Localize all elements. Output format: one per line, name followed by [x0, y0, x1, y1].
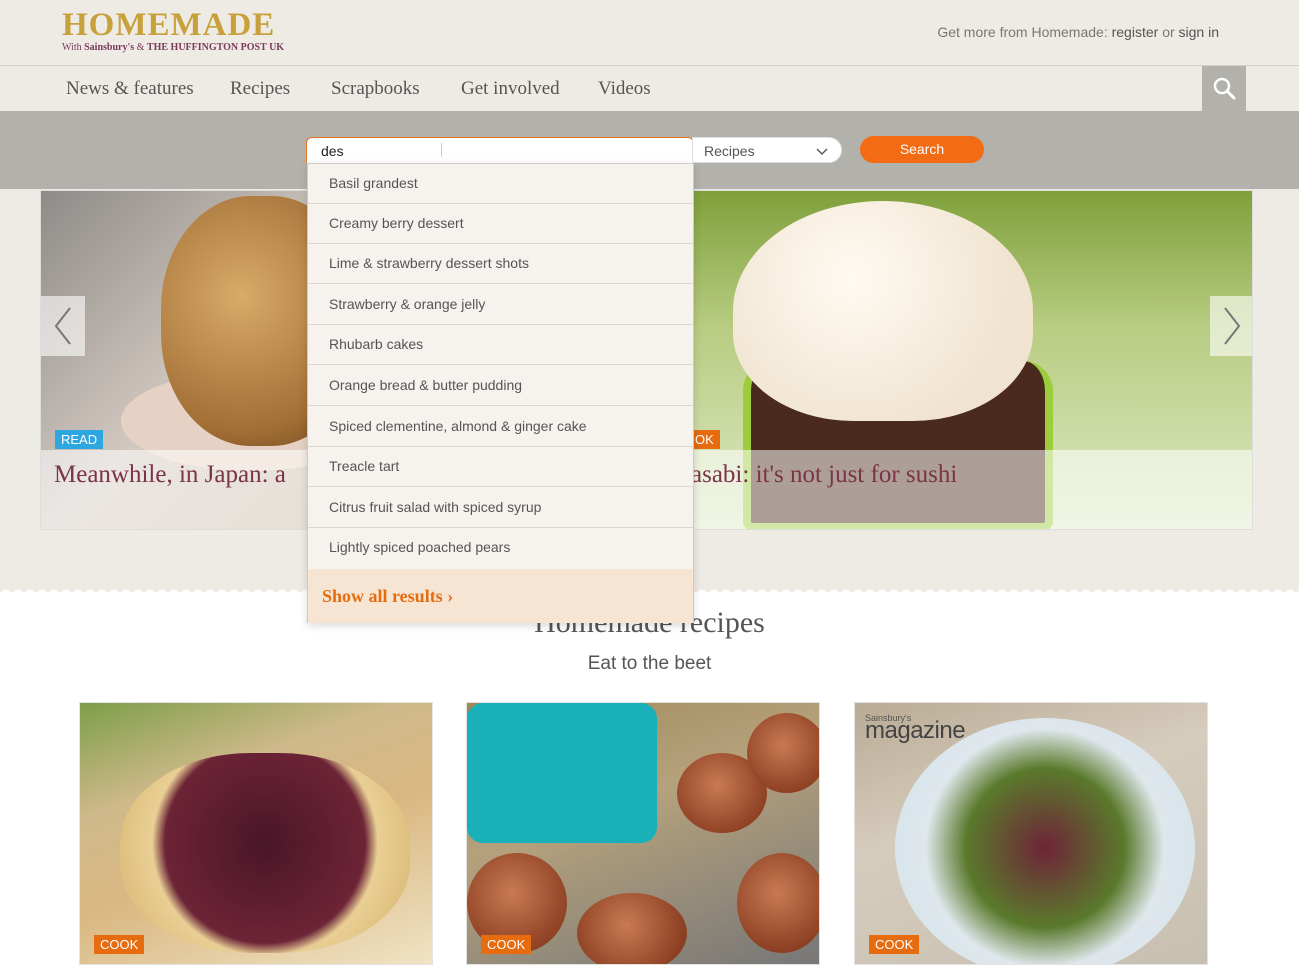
- suggestion-item[interactable]: Orange bread & butter pudding: [308, 366, 693, 406]
- or-text: or: [1162, 24, 1175, 40]
- suggestion-item[interactable]: Creamy berry dessert: [308, 204, 693, 244]
- suggestion-item[interactable]: Basil grandest: [308, 164, 693, 204]
- magazine-logo: magazine: [865, 717, 966, 744]
- section-subtitle: Eat to the beet: [587, 653, 712, 674]
- carousel-next-button[interactable]: [1210, 296, 1252, 356]
- scope-selected-value: Recipes: [704, 143, 755, 159]
- search-button[interactable]: Search: [860, 136, 984, 163]
- recipe-card[interactable]: COOK: [466, 702, 820, 965]
- recipe-card[interactable]: COOK: [79, 702, 433, 965]
- chevron-right-icon: [1224, 307, 1241, 345]
- read-tag: READ: [55, 430, 104, 449]
- nav-news-features[interactable]: News & features: [66, 78, 194, 100]
- search-input[interactable]: [306, 137, 694, 163]
- sign-in-link[interactable]: sign in: [1179, 24, 1219, 40]
- chevron-right-icon: ›: [447, 586, 454, 606]
- beetroot-tart-image: [120, 753, 410, 953]
- suggestion-item[interactable]: Lime & strawberry dessert shots: [308, 244, 693, 284]
- chevron-left-icon: [54, 307, 71, 345]
- muffin-image: [747, 713, 819, 793]
- nav-scrapbooks[interactable]: Scrapbooks: [331, 78, 420, 100]
- site-header: HOMEMADE With Sainsbury's & THE HUFFINGT…: [0, 0, 1299, 66]
- cook-tag: COOK: [94, 935, 145, 954]
- lunchbox-image: [467, 703, 657, 843]
- cook-tag: COOK: [869, 935, 920, 954]
- muffin-image: [737, 853, 819, 953]
- chevron-down-icon: [816, 148, 828, 155]
- search-toggle-button[interactable]: [1202, 66, 1246, 111]
- homemade-logo[interactable]: HOMEMADE With Sainsbury's & THE HUFFINGT…: [62, 8, 284, 53]
- suggestion-item[interactable]: Strawberry & orange jelly: [308, 285, 693, 325]
- nav-videos[interactable]: Videos: [598, 78, 651, 100]
- register-link[interactable]: register: [1112, 24, 1159, 40]
- show-all-results-link[interactable]: Show all results ›: [308, 569, 693, 623]
- suggestion-item[interactable]: Spiced clementine, almond & ginger cake: [308, 407, 693, 447]
- suggestion-item[interactable]: Treacle tart: [308, 447, 693, 487]
- search-suggestions-dropdown: Basil grandest Creamy berry dessert Lime…: [307, 163, 694, 623]
- show-all-label: Show all results: [322, 586, 443, 606]
- account-links: Get more from Homemade: register or sign…: [937, 24, 1219, 40]
- main-nav: News & features Recipes Scrapbooks Get i…: [0, 66, 1299, 111]
- logo-subtitle: With Sainsbury's & THE HUFFINGTON POST U…: [62, 42, 285, 53]
- suggestion-item[interactable]: Lightly spiced poached pears: [308, 528, 693, 568]
- search-scope-select[interactable]: Recipes: [692, 137, 842, 163]
- text-cursor: [441, 143, 442, 157]
- search-icon: [1213, 77, 1236, 100]
- carousel-prev-button[interactable]: [41, 296, 85, 356]
- frosting-image: [733, 201, 1033, 421]
- hero-caption-left[interactable]: Meanwhile, in Japan: a: [54, 461, 286, 489]
- logo-title: HOMEMADE: [62, 7, 276, 43]
- recipe-card[interactable]: Sainsbury's magazine COOK: [854, 702, 1208, 965]
- nav-recipes[interactable]: Recipes: [230, 78, 290, 100]
- nav-get-involved[interactable]: Get involved: [461, 78, 560, 100]
- hero-caption-right[interactable]: asabi: it's not just for sushi: [691, 461, 957, 489]
- salad-plate-image: [895, 718, 1195, 964]
- suggestion-item[interactable]: Citrus fruit salad with spiced syrup: [308, 488, 693, 528]
- account-prompt: Get more from Homemade:: [937, 24, 1108, 40]
- muffin-image: [577, 893, 687, 964]
- suggestion-item[interactable]: Rhubarb cakes: [308, 325, 693, 365]
- cook-tag: COOK: [481, 935, 532, 954]
